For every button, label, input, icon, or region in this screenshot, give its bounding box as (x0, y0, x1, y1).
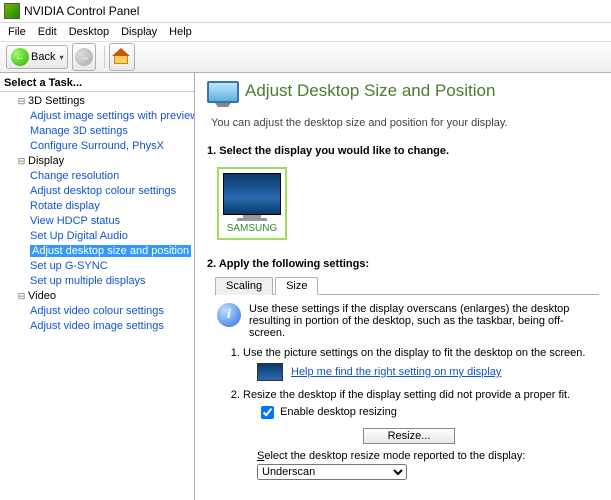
tree-item[interactable]: Adjust desktop colour settings (2, 184, 192, 199)
tree-item[interactable]: Set Up Digital Audio (2, 229, 192, 244)
tree-item[interactable]: Set up multiple displays (2, 274, 192, 289)
collapse-icon: ⊟ (16, 289, 27, 304)
app-icon (4, 3, 20, 19)
chevron-down-icon: ▾ (59, 53, 63, 62)
tree-group-3d[interactable]: ⊟3D Settings (2, 94, 192, 109)
enable-resize-input[interactable] (261, 406, 274, 419)
menu-display[interactable]: Display (117, 26, 161, 38)
task-sidebar: Select a Task... ⊟3D Settings Adjust ima… (0, 73, 195, 500)
window-title: NVIDIA Control Panel (24, 4, 139, 18)
resize-mode-select[interactable]: Underscan (257, 464, 407, 480)
title-bar: NVIDIA Control Panel (0, 0, 611, 23)
back-arrow-icon: ← (11, 48, 29, 66)
menu-desktop[interactable]: Desktop (65, 26, 113, 38)
step2-label: 2. Apply the following settings: (207, 258, 599, 270)
menu-bar: File Edit Desktop Display Help (0, 23, 611, 42)
tree-item[interactable]: Change resolution (2, 169, 192, 184)
mini-monitor-icon (257, 363, 283, 381)
task-tree: ⊟3D Settings Adjust image settings with … (0, 94, 194, 334)
step1-label: 1. Select the display you would like to … (207, 145, 599, 157)
tree-item[interactable]: Configure Surround, PhysX (2, 139, 192, 154)
display-name: SAMSUNG (223, 223, 281, 234)
forward-button[interactable]: → (72, 43, 96, 71)
monitor-icon (207, 81, 237, 109)
tree-item[interactable]: Manage 3D settings (2, 124, 192, 139)
menu-file[interactable]: File (4, 26, 30, 38)
toolbar: ← Back ▾ → (0, 42, 611, 73)
tab-scaling[interactable]: Scaling (215, 277, 273, 295)
tree-item-selected[interactable]: Adjust desktop size and position (2, 244, 192, 259)
collapse-icon: ⊟ (16, 94, 27, 109)
mode-label: Select the desktop resize mode reported … (257, 450, 589, 462)
page-header: Adjust Desktop Size and Position (207, 81, 599, 109)
home-button[interactable] (109, 43, 135, 71)
forward-arrow-icon: → (75, 48, 93, 66)
tree-item[interactable]: Set up G-SYNC (2, 259, 192, 274)
tab-size[interactable]: Size (275, 277, 318, 295)
content-pane: Adjust Desktop Size and Position You can… (195, 73, 611, 500)
enable-resize-checkbox[interactable]: Enable desktop resizing (257, 406, 397, 418)
page-title: Adjust Desktop Size and Position (245, 81, 495, 101)
tab-content: i Use these settings if the display over… (207, 295, 599, 496)
menu-help[interactable]: Help (165, 26, 196, 38)
tree-item[interactable]: View HDCP status (2, 214, 192, 229)
tree-item[interactable]: Adjust video colour settings (2, 304, 192, 319)
toolbar-separator (104, 46, 105, 68)
menu-edit[interactable]: Edit (34, 26, 61, 38)
home-icon (114, 50, 130, 64)
info-icon: i (217, 303, 241, 327)
tree-group-video[interactable]: ⊟Video (2, 289, 192, 304)
substep-2: Resize the desktop if the display settin… (243, 389, 589, 480)
help-link[interactable]: Help me find the right setting on my dis… (291, 366, 501, 378)
display-screen-icon (223, 173, 281, 215)
tree-item[interactable]: Adjust image settings with preview (2, 109, 192, 124)
substep-1: Use the picture settings on the display … (243, 347, 589, 381)
intro-text: You can adjust the desktop size and posi… (211, 117, 599, 129)
info-text: Use these settings if the display oversc… (249, 303, 589, 339)
tree-item[interactable]: Adjust video image settings (2, 319, 192, 334)
back-button[interactable]: ← Back ▾ (6, 45, 68, 69)
collapse-icon: ⊟ (16, 154, 27, 169)
tree-group-display[interactable]: ⊟Display (2, 154, 192, 169)
back-label: Back (31, 51, 55, 63)
display-thumbnail[interactable]: SAMSUNG (217, 167, 287, 240)
resize-button[interactable]: Resize... (363, 428, 455, 444)
tab-strip: Scaling Size (215, 276, 599, 295)
tree-item[interactable]: Rotate display (2, 199, 192, 214)
sidebar-header: Select a Task... (0, 75, 194, 92)
